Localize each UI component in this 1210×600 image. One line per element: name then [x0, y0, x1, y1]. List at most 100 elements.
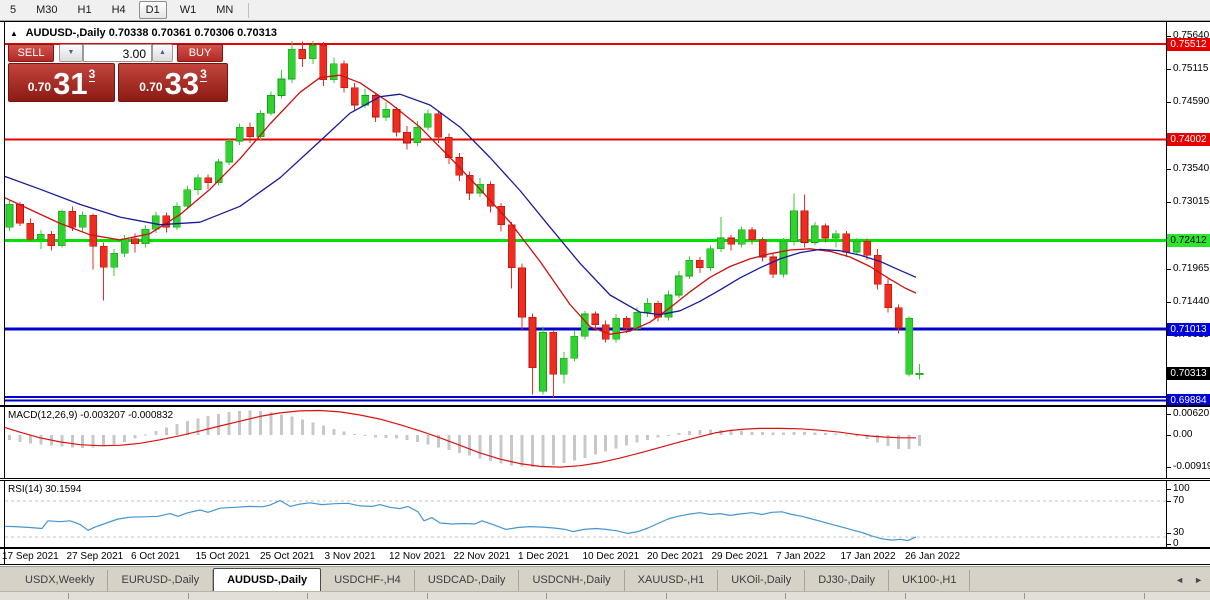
date-tick-label: 6 Oct 2021 — [131, 551, 180, 562]
price-tick-mark — [1167, 36, 1171, 37]
macd-tick-mark — [1167, 435, 1171, 436]
chart-tab-bar: USDX,WeeklyEURUSD-,DailyAUDUSD-,DailyUSD… — [0, 566, 1210, 591]
rsi-tick-mark — [1167, 544, 1171, 545]
chart-tab-usdchf[interactable]: USDCHF-,H4 — [321, 570, 415, 591]
price-level-badge: 0.74002 — [1167, 133, 1210, 146]
price-axis-separator — [1166, 22, 1167, 547]
date-tick-label: 1 Dec 2021 — [518, 551, 569, 562]
chart-ohlc-readout: 0.70338 0.70361 0.70306 0.70313 — [109, 27, 277, 39]
date-tick-label: 12 Nov 2021 — [389, 551, 446, 562]
status-divider — [785, 593, 786, 599]
chart-tab-dj30[interactable]: DJ30-,Daily — [805, 570, 889, 591]
chart-tab-usdcnh[interactable]: USDCNH-,Daily — [519, 570, 624, 591]
rsi-tick-mark — [1167, 533, 1171, 534]
status-divider — [666, 593, 667, 599]
date-tick-label: 17 Jan 2022 — [841, 551, 896, 562]
panel-separator-macd-rsi[interactable] — [0, 478, 1210, 481]
status-divider — [188, 593, 189, 599]
macd-tick-mark — [1167, 467, 1171, 468]
price-level-badge: 0.72412 — [1167, 234, 1210, 247]
date-tick-label: 15 Oct 2021 — [196, 551, 250, 562]
price-tick-label: 0.73015 — [1173, 196, 1209, 207]
buy-price-big: 33 — [165, 70, 199, 98]
timeframe-toolbar: 5 M30 H1 H4 D1 W1 MN — [0, 0, 1210, 21]
price-tick-label: 0.71965 — [1173, 263, 1209, 274]
timeframe-button-h4[interactable]: H4 — [105, 1, 133, 19]
price-tick-label: 0.73540 — [1173, 163, 1209, 174]
chart-window: ▲ AUDUSD-,Daily 0.70338 0.70361 0.70306 … — [0, 21, 1210, 599]
date-axis-bottom-border — [0, 564, 1210, 565]
date-tick-label: 25 Oct 2021 — [260, 551, 314, 562]
sell-price-pipette: 3 — [89, 67, 96, 82]
status-divider — [427, 593, 428, 599]
price-tick-label: 0.75115 — [1173, 63, 1208, 74]
rsi-tick-label: 100 — [1173, 483, 1190, 494]
chart-tab-xauusd[interactable]: XAUUSD-,H1 — [625, 570, 719, 591]
date-tick-label: 26 Jan 2022 — [905, 551, 960, 562]
timeframe-button-5[interactable]: 5 — [3, 1, 23, 19]
rsi-indicator-label: RSI(14) 30.1594 — [8, 484, 81, 495]
panel-separator-rsi-dates — [0, 547, 1210, 549]
date-tick-label: 7 Jan 2022 — [776, 551, 826, 562]
sell-button[interactable]: SELL — [8, 44, 54, 62]
sell-price-prefix: 0.70 — [28, 80, 51, 94]
price-level-badge: 0.71013 — [1167, 323, 1210, 336]
buy-price-pipette: 3 — [200, 67, 207, 82]
price-tick-label: 0.74590 — [1173, 96, 1209, 107]
volume-input[interactable]: 3.00 — [83, 44, 152, 62]
macd-tick-label: -0.009197 — [1173, 461, 1210, 472]
chart-tab-eurusd[interactable]: EURUSD-,Daily — [108, 570, 213, 591]
status-divider — [68, 593, 69, 599]
date-tick-label: 10 Dec 2021 — [583, 551, 640, 562]
date-tick-label: 20 Dec 2021 — [647, 551, 704, 562]
buy-price-prefix: 0.70 — [139, 80, 162, 94]
status-divider — [307, 593, 308, 599]
sell-price-big: 31 — [53, 70, 87, 98]
date-tick-label: 22 Nov 2021 — [454, 551, 511, 562]
status-divider — [546, 593, 547, 599]
rsi-tick-label: 30 — [1173, 527, 1184, 538]
panel-separator-main-macd[interactable] — [0, 405, 1210, 407]
buy-button[interactable]: BUY — [177, 44, 223, 62]
sell-price-box[interactable]: 0.70 31 3 — [8, 63, 115, 102]
price-tick-mark — [1167, 169, 1171, 170]
toolbar-separator — [248, 3, 249, 18]
chart-title: ▲ AUDUSD-,Daily 0.70338 0.70361 0.70306 … — [10, 27, 277, 39]
rsi-tick-mark — [1167, 501, 1171, 502]
chart-tab-uk100[interactable]: UK100-,H1 — [889, 570, 970, 591]
chart-tab-ukoil[interactable]: UKOil-,Daily — [718, 570, 805, 591]
timeframe-button-mn[interactable]: MN — [209, 1, 240, 19]
price-tick-mark — [1167, 302, 1171, 303]
price-tick-mark — [1167, 269, 1171, 270]
volume-increase-button[interactable]: ▲ — [152, 44, 173, 62]
tab-scroll-left-icon[interactable]: ◄ — [1175, 575, 1184, 585]
tab-scroll-right-icon[interactable]: ► — [1194, 575, 1203, 585]
timeframe-button-w1[interactable]: W1 — [173, 1, 204, 19]
price-tick-mark — [1167, 102, 1171, 103]
volume-decrease-button[interactable]: ▼ — [59, 44, 83, 62]
date-tick-label: 3 Nov 2021 — [325, 551, 376, 562]
chart-tab-audusd[interactable]: AUDUSD-,Daily — [213, 568, 321, 591]
rsi-tick-label: 70 — [1173, 495, 1184, 506]
price-level-badge: 0.70313 — [1167, 367, 1210, 380]
rsi-indicator-canvas[interactable] — [5, 481, 1166, 547]
macd-tick-label: 0.006201 — [1173, 408, 1210, 419]
buy-price-box[interactable]: 0.70 33 3 — [118, 63, 228, 102]
price-level-badge: 0.75512 — [1167, 38, 1210, 51]
chart-tab-usdx[interactable]: USDX,Weekly — [12, 570, 108, 591]
status-divider — [1024, 593, 1025, 599]
macd-indicator-canvas[interactable] — [5, 407, 1166, 479]
date-tick-label: 27 Sep 2021 — [67, 551, 124, 562]
status-divider — [905, 593, 906, 599]
collapse-triangle-icon[interactable]: ▲ — [10, 29, 18, 38]
timeframe-button-d1[interactable]: D1 — [139, 1, 167, 19]
timeframe-button-m30[interactable]: M30 — [29, 1, 64, 19]
rsi-tick-mark — [1167, 489, 1171, 490]
price-tick-label: 0.71440 — [1173, 296, 1209, 307]
macd-indicator-label: MACD(12,26,9) -0.003207 -0.000832 — [8, 410, 173, 421]
date-tick-label: 29 Dec 2021 — [712, 551, 769, 562]
chart-tab-usdcad[interactable]: USDCAD-,Daily — [415, 570, 520, 591]
date-tick-label: 17 Sep 2021 — [2, 551, 59, 562]
status-divider — [1144, 593, 1145, 599]
timeframe-button-h1[interactable]: H1 — [71, 1, 99, 19]
